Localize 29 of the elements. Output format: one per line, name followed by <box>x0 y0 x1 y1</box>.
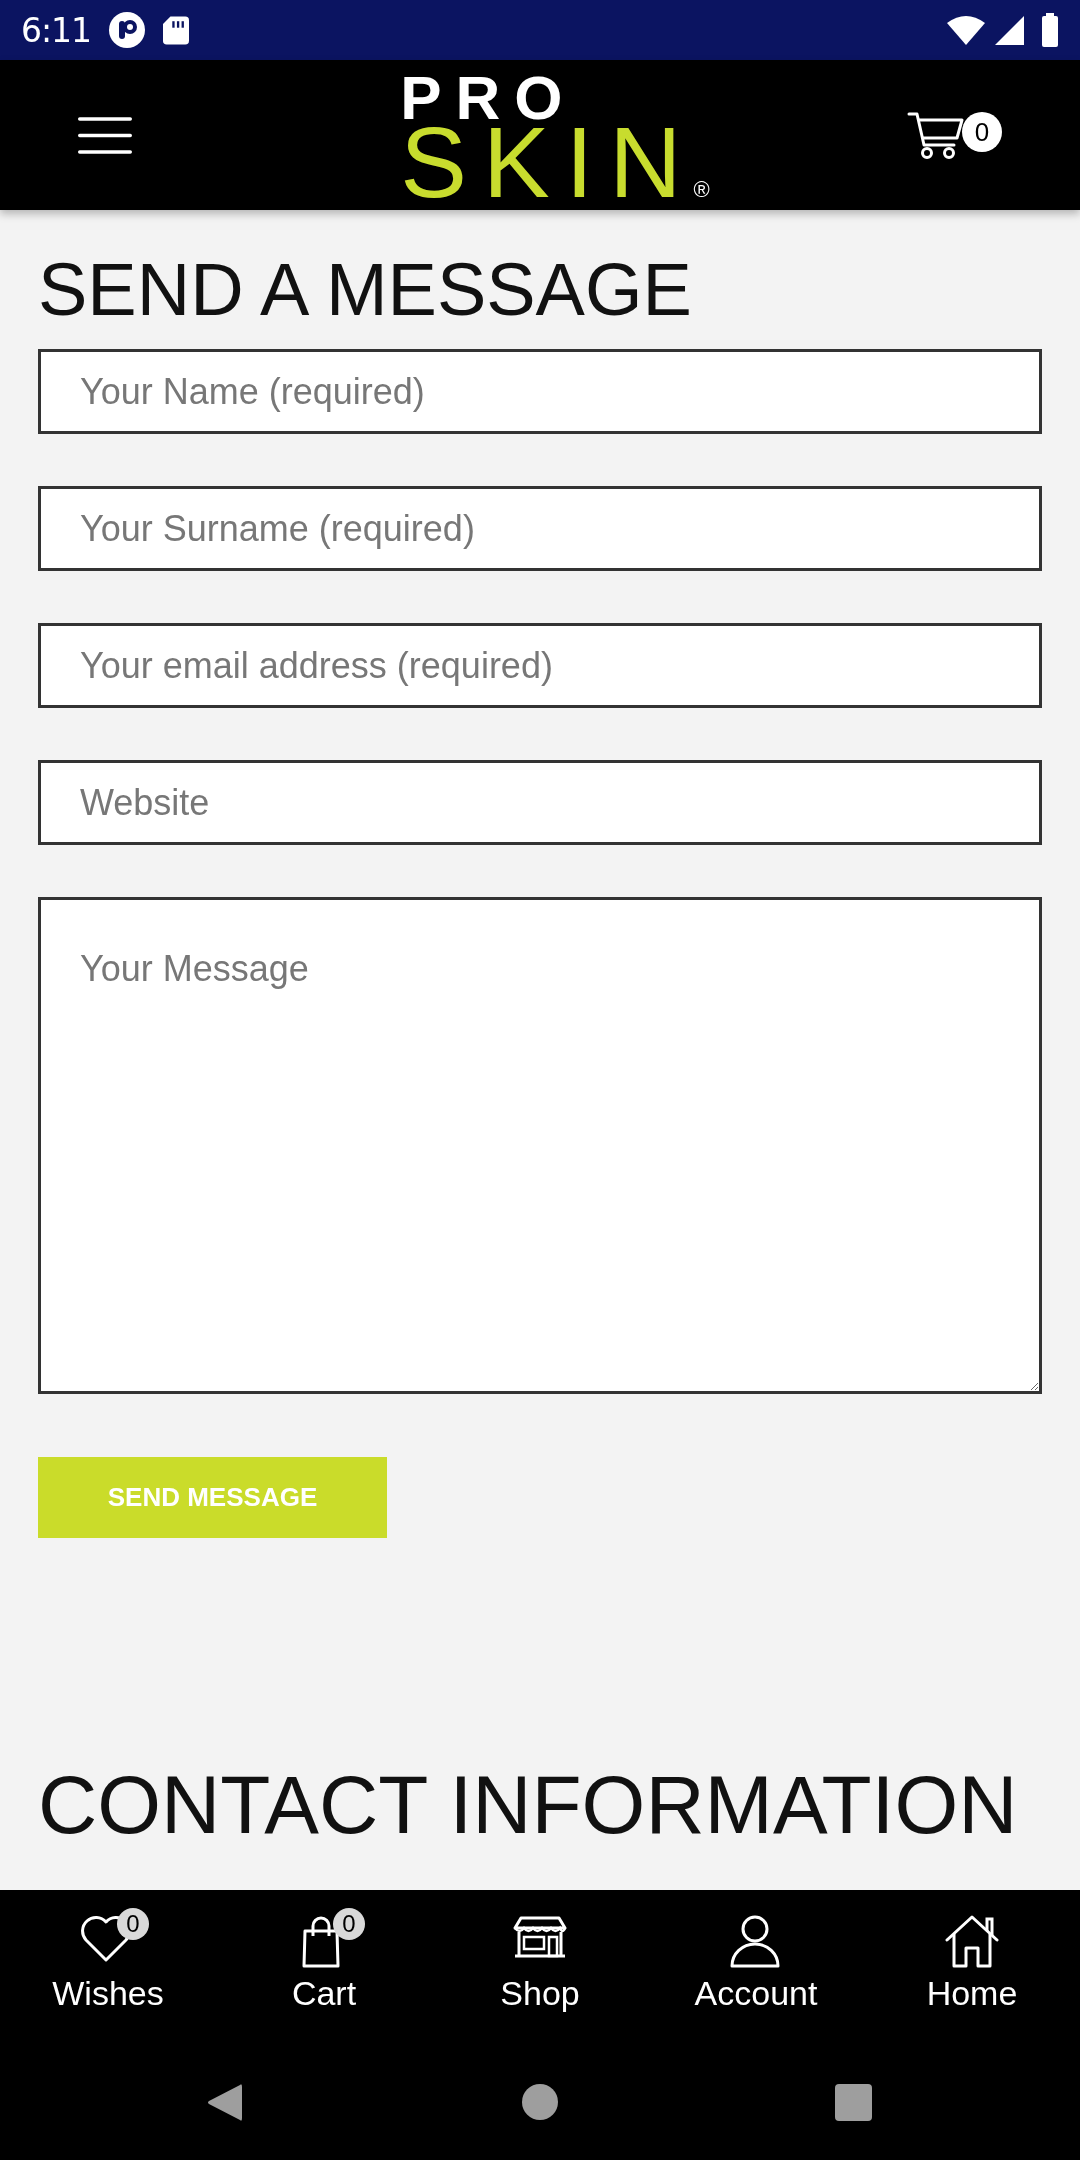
count-badge: 0 <box>333 1908 365 1940</box>
wifi-icon <box>947 15 985 45</box>
house-icon <box>945 1914 999 1969</box>
signal-icon <box>995 15 1024 45</box>
home-icon[interactable] <box>522 2084 558 2120</box>
section-heading: SEND A MESSAGE <box>38 247 693 333</box>
app-notification-icon <box>109 12 146 48</box>
recents-icon[interactable] <box>834 2083 872 2121</box>
menu-icon[interactable] <box>78 116 132 154</box>
nav-tab[interactable]: Home <box>864 1890 1080 2013</box>
clock-time: 6:11 <box>21 10 92 50</box>
section-heading: CONTACT INFORMATION <box>38 1758 1019 1853</box>
back-icon[interactable] <box>206 2082 242 2122</box>
input-field[interactable]: Your Surname (required) <box>38 486 1042 572</box>
sd-card-icon <box>163 15 190 45</box>
message-field[interactable]: Your Message <box>38 897 1042 1395</box>
nav-tab[interactable]: Account <box>648 1890 864 2013</box>
input-field[interactable]: Your Name (required) <box>38 349 1042 435</box>
input-field[interactable]: Your email address (required) <box>38 623 1042 709</box>
nav-tab[interactable]: Shop <box>432 1890 648 2013</box>
nav-tab[interactable]: 0 Wishes <box>0 1890 216 2013</box>
input-field[interactable]: Website <box>38 760 1042 846</box>
count-badge: 0 <box>117 1908 149 1940</box>
cart-icon <box>907 111 964 159</box>
nav-tab[interactable]: 0 Cart <box>216 1890 432 2013</box>
cart-count-badge: 0 <box>962 112 1002 152</box>
logo-wordmark-top: PRO <box>400 73 577 123</box>
cart-button[interactable]: 0 <box>907 111 1002 159</box>
battery-icon <box>1042 13 1058 47</box>
